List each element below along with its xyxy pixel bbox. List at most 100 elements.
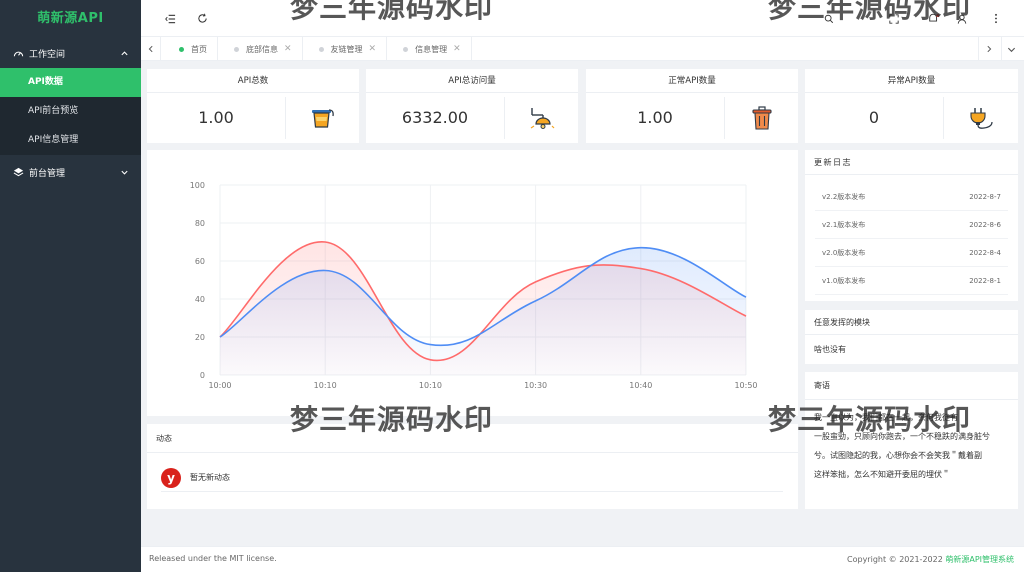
update-log-label: v2.0版本发布 <box>822 248 866 257</box>
close-icon[interactable]: ✕ <box>369 44 377 54</box>
custom-module-body: 啥也没有 <box>814 345 846 354</box>
quote-body: 我一直以为，我们都在一起，奈何我徒有 一股蛮勁，只顾向你跑去，一个不稳跌的满身脏… <box>805 400 1018 484</box>
tab-status-dot <box>318 46 324 52</box>
menu-group-workspace[interactable]: 工作空间 <box>0 38 141 68</box>
tab-links[interactable]: 友链管理 ✕ <box>303 37 388 61</box>
y-tick-label: 20 <box>195 333 205 342</box>
footer-copyright: Copyright © 2021-2022 萌新源API管理系统 <box>847 554 1014 565</box>
tab-status-dot <box>403 46 409 52</box>
tab-list: 首页 底部信息 ✕ 友链管理 ✕ 信息管理 ✕ <box>163 37 472 61</box>
close-icon[interactable]: ✕ <box>453 44 461 54</box>
update-log-date: 2022-8-7 <box>969 192 1001 201</box>
tab-label: 信息管理 <box>415 44 448 54</box>
update-log-item[interactable]: v1.0版本发布 2022-8-1 <box>815 267 1008 295</box>
ceiling-lamp-icon <box>506 101 578 135</box>
update-log-date: 2022-8-1 <box>969 276 1001 285</box>
stat-title: 异常API数量 <box>805 69 1018 93</box>
power-plug-icon <box>945 101 1017 135</box>
update-log-date: 2022-8-4 <box>969 248 1001 257</box>
tab-status-dot <box>234 46 239 52</box>
stat-card-api-visits: API总访问量 6332.00 <box>366 69 578 143</box>
quote-line: 这样笨拙，怎么不知避开委屈的埋伏＂ <box>814 470 950 479</box>
footer-license: Released under the MIT license. <box>149 554 277 563</box>
custom-module-title: 任意发挥的模块 <box>805 310 1018 335</box>
quote-line: 我一直以为，我们都在一起，奈何我徒有 <box>814 413 958 422</box>
fullscreen-icon[interactable] <box>886 11 901 26</box>
tab-label: 首页 <box>191 44 207 54</box>
chevron-up-icon <box>119 48 129 58</box>
paint-bucket-icon <box>287 101 359 135</box>
stat-value: 1.00 <box>637 108 673 127</box>
stat-title: API总访问量 <box>366 69 578 93</box>
menu-group-frontend[interactable]: 前台管理 <box>0 157 141 187</box>
tab-footer-info[interactable]: 底部信息 ✕ <box>218 37 303 61</box>
sidebar-item-api-info[interactable]: API信息管理 <box>0 126 141 155</box>
activity-card: 动态 y 暂无新动态 <box>147 424 798 509</box>
stat-card-api-abnormal: 异常API数量 0 <box>805 69 1018 143</box>
bell-icon[interactable] <box>926 11 941 26</box>
stat-value: 0 <box>868 108 880 127</box>
trash-can-icon <box>726 101 798 135</box>
update-log-title: 更新日志 <box>805 150 1018 175</box>
activity-logo: y <box>161 467 181 488</box>
menu-fold-icon[interactable] <box>163 11 178 26</box>
y-tick-label: 60 <box>195 257 205 266</box>
update-log-card: 更新日志 v2.2版本发布 2022-8-7 v2.1版本发布 2022-8-6… <box>805 150 1018 301</box>
stat-card-api-normal: 正常API数量 1.00 <box>586 69 798 143</box>
y-tick-label: 100 <box>190 181 205 190</box>
quote-line: 一股蛮勁，只顾向你跑去，一个不稳跌的满身脏兮 <box>814 432 990 441</box>
tab-bar: 首页 底部信息 ✕ 友链管理 ✕ 信息管理 ✕ <box>141 37 1024 61</box>
menu-group-label: 工作空间 <box>29 49 66 60</box>
update-log-label: v1.0版本发布 <box>822 276 866 285</box>
tabs-dropdown-button[interactable] <box>1001 37 1021 61</box>
x-tick-label: 10:40 <box>629 381 652 390</box>
activity-title: 动态 <box>147 424 798 453</box>
y-tick-label: 80 <box>195 219 205 228</box>
update-log-label: v2.2版本发布 <box>822 192 866 201</box>
dashboard-icon <box>12 47 24 59</box>
update-log-label: v2.1版本发布 <box>822 220 866 229</box>
close-icon[interactable]: ✕ <box>284 44 292 54</box>
update-log-item[interactable]: v2.0版本发布 2022-8-4 <box>815 239 1008 267</box>
y-tick-label: 0 <box>200 371 205 380</box>
x-tick-label: 10:10 <box>419 381 442 390</box>
tab-home[interactable]: 首页 <box>163 37 218 61</box>
x-tick-label: 10:00 <box>208 381 231 390</box>
tab-info[interactable]: 信息管理 ✕ <box>387 37 472 61</box>
stat-card-api-total: API总数 1.00 <box>147 69 359 143</box>
x-tick-label: 10:50 <box>734 381 757 390</box>
menu-group-label: 前台管理 <box>29 168 66 179</box>
stat-value: 6332.00 <box>401 108 469 127</box>
y-tick-label: 40 <box>195 295 205 304</box>
quote-line: 兮。试图隐起的我，心想你会不会笑我＂戴着副 <box>814 451 982 460</box>
submenu-workspace: API数据 API前台预览 API信息管理 <box>0 68 141 155</box>
update-log-item[interactable]: v2.1版本发布 2022-8-6 <box>815 211 1008 239</box>
update-log-item[interactable]: v2.2版本发布 2022-8-7 <box>815 183 1008 211</box>
x-tick-label: 10:30 <box>524 381 547 390</box>
sidebar: 萌新源API 工作空间 API数据 API前台预览 API信息管理 前台管理 <box>0 0 141 572</box>
search-icon[interactable] <box>821 11 836 26</box>
footer-copyright-prefix: Copyright © 2021-2022 <box>847 555 946 564</box>
tabs-scroll-right-button[interactable] <box>978 37 998 61</box>
footer-brand-link[interactable]: 萌新源API管理系统 <box>945 555 1014 564</box>
brand-logo[interactable]: 萌新源API <box>0 0 141 38</box>
tab-label: 友链管理 <box>330 44 363 54</box>
line-chart: 0 20 40 60 80 100 10:00 10:10 10:10 10:30 10:40 10:… <box>190 181 758 390</box>
activity-item: y 暂无新动态 <box>161 464 783 492</box>
layers-icon <box>12 166 24 178</box>
sidebar-item-api-preview[interactable]: API前台预览 <box>0 97 141 126</box>
quote-title: 寄语 <box>805 372 1018 400</box>
trend-chart-card: 0 20 40 60 80 100 10:00 10:10 10:10 10:30 10:40 10:… <box>147 150 798 416</box>
user-icon[interactable] <box>954 11 969 26</box>
tabs-scroll-left-button[interactable] <box>141 37 161 61</box>
stat-title: API总数 <box>147 69 359 93</box>
stat-title: 正常API数量 <box>586 69 798 93</box>
activity-message: 暂无新动态 <box>190 473 230 482</box>
tab-label: 底部信息 <box>246 44 278 54</box>
stat-value: 1.00 <box>198 108 234 127</box>
refresh-icon[interactable] <box>195 11 210 26</box>
sidebar-item-api-data[interactable]: API数据 <box>0 68 141 97</box>
x-tick-label: 10:10 <box>314 381 337 390</box>
more-vertical-icon[interactable] <box>988 11 1003 26</box>
tab-status-dot <box>179 46 184 52</box>
